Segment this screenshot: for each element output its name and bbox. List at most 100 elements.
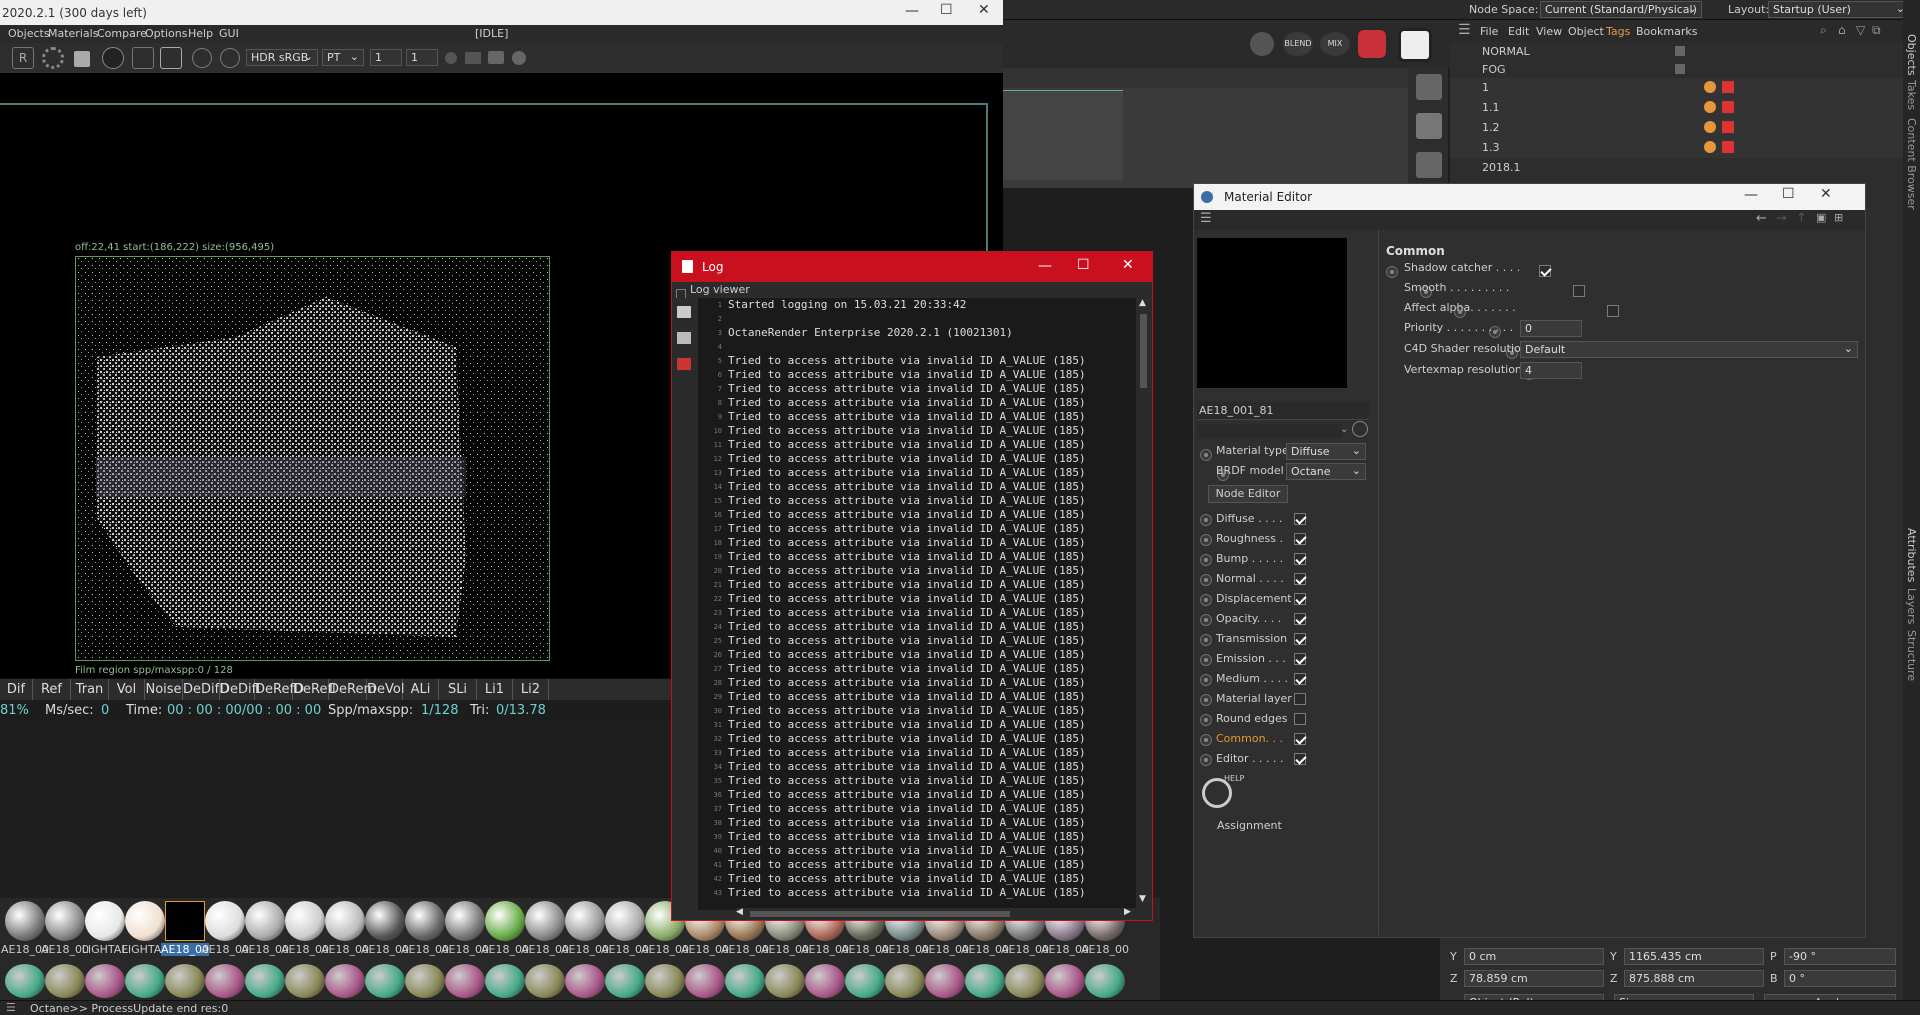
- channel-anim-toggle[interactable]: [1200, 714, 1212, 726]
- om-row-1-3[interactable]: 1.3: [1450, 138, 1903, 158]
- log-hscrollbar[interactable]: ◀ ▶: [736, 907, 1136, 920]
- blend-icon[interactable]: BLEND: [1283, 32, 1313, 56]
- pass-derefd[interactable]: DeRefD: [255, 679, 304, 701]
- pass-sli[interactable]: SLi: [439, 679, 477, 701]
- om-row-normal[interactable]: NORMAL: [1450, 42, 1903, 62]
- c4d-viewport[interactable]: [1003, 68, 1408, 188]
- material-thumbnail[interactable]: [405, 901, 445, 941]
- material-pick-icon[interactable]: [220, 48, 240, 68]
- me-menu-icon[interactable]: ☰: [1200, 211, 1212, 226]
- pass-dedifi[interactable]: DeDifI: [220, 679, 260, 701]
- material-thumbnail[interactable]: [245, 901, 285, 941]
- coord-z-size[interactable]: 875.888 cm: [1624, 970, 1764, 987]
- menu-gui[interactable]: GUI: [219, 27, 239, 40]
- pass-dif[interactable]: Dif: [0, 679, 33, 701]
- pass-li1[interactable]: Li1: [477, 679, 513, 701]
- home-icon[interactable]: ⌂: [1838, 23, 1846, 37]
- material-thumbnail[interactable]: [325, 901, 365, 941]
- channel-anim-toggle[interactable]: [1200, 694, 1212, 706]
- copy-icon[interactable]: [677, 332, 691, 344]
- octane-sphere-icon[interactable]: [1250, 32, 1274, 56]
- status-menu-icon[interactable]: ☰: [6, 1001, 16, 1014]
- material-thumbnail[interactable]: [85, 901, 125, 941]
- me-minimize-icon[interactable]: —: [1744, 187, 1758, 203]
- channel-checkbox[interactable]: [1294, 673, 1306, 685]
- camera-dot-icon[interactable]: [445, 52, 457, 64]
- material-thumbnail[interactable]: [685, 964, 725, 998]
- me-maximize-icon[interactable]: ☐: [1782, 186, 1795, 202]
- coord-z-pos[interactable]: 78.859 cm: [1464, 970, 1604, 987]
- channel-row[interactable]: Opacity. . . .: [1194, 610, 1374, 630]
- filter-icon[interactable]: ▽: [1856, 23, 1865, 37]
- polygon-icon[interactable]: [1416, 152, 1442, 178]
- channel-anim-toggle[interactable]: [1200, 594, 1212, 606]
- channel-checkbox[interactable]: [1294, 573, 1306, 585]
- material-thumbnail[interactable]: [165, 901, 205, 941]
- material-thumbnail[interactable]: [885, 964, 925, 998]
- smooth-checkbox[interactable]: [1573, 285, 1586, 297]
- menu-help[interactable]: Help: [188, 27, 213, 40]
- globe-icon[interactable]: [512, 51, 526, 65]
- material-thumbnail[interactable]: [365, 964, 405, 998]
- channel-row[interactable]: Common. . .: [1194, 730, 1374, 750]
- channel-checkbox[interactable]: [1294, 653, 1306, 665]
- pass-dedifd[interactable]: DeDifD: [183, 679, 229, 701]
- material-thumbnail[interactable]: [525, 901, 565, 941]
- material-thumbnail[interactable]: [205, 901, 245, 941]
- gear-icon[interactable]: [42, 47, 64, 69]
- color-space-select[interactable]: HDR sRGB ⌄: [246, 49, 318, 66]
- channel-checkbox[interactable]: [1294, 633, 1306, 645]
- pass-vol[interactable]: Vol: [109, 679, 145, 701]
- material-preview[interactable]: [1197, 238, 1347, 388]
- channel-checkbox[interactable]: [1294, 753, 1306, 765]
- pass-derem[interactable]: DeRem: [329, 679, 376, 701]
- menu-materials[interactable]: Materials: [48, 27, 98, 40]
- material-type-select[interactable]: Diffuse ⌄: [1286, 443, 1366, 460]
- up-arrow-icon[interactable]: ↑: [1796, 211, 1807, 226]
- layout-select[interactable]: Startup (User) ⌄: [1768, 1, 1910, 18]
- material-name-field[interactable]: AE18_001_81: [1197, 402, 1369, 420]
- focus-icon[interactable]: [192, 48, 212, 68]
- back-arrow-icon[interactable]: ←: [1756, 211, 1767, 226]
- node-space-select[interactable]: Current (Standard/Physical) ⌄: [1540, 1, 1702, 18]
- brdf-select[interactable]: Octane ⌄: [1286, 463, 1366, 480]
- new-panel-icon[interactable]: ⊞: [1834, 211, 1843, 224]
- channel-row[interactable]: Emission . . .: [1194, 650, 1374, 670]
- pass-tran[interactable]: Tran: [71, 679, 109, 701]
- material-thumbnail[interactable]: [565, 964, 605, 998]
- log-maximize-icon[interactable]: ☐: [1077, 257, 1090, 273]
- crop-icon[interactable]: [160, 47, 182, 69]
- material-thumbnail[interactable]: [445, 964, 485, 998]
- log-close-icon[interactable]: ✕: [1122, 257, 1134, 273]
- material-search-dropdown-icon[interactable]: ⌄: [1340, 424, 1348, 435]
- priority-input[interactable]: 0: [1520, 320, 1582, 337]
- assignment-tab[interactable]: Assignment: [1217, 819, 1282, 832]
- help-red-icon[interactable]: [1358, 30, 1386, 58]
- lock-icon[interactable]: [74, 51, 90, 67]
- value2-stepper[interactable]: 1: [406, 49, 438, 66]
- tab-structure[interactable]: Structure: [1905, 630, 1918, 681]
- checker-icon[interactable]: [1416, 113, 1442, 139]
- material-thumbnail[interactable]: [125, 964, 165, 998]
- material-thumbnail[interactable]: [725, 964, 765, 998]
- log-vscrollbar[interactable]: ▲ ▼: [1136, 298, 1151, 910]
- material-thumbnail[interactable]: [285, 964, 325, 998]
- material-thumbnail[interactable]: [485, 964, 525, 998]
- minimize-icon[interactable]: —: [905, 3, 919, 19]
- material-thumbnail[interactable]: [285, 901, 325, 941]
- material-thumbnail[interactable]: [1085, 964, 1125, 998]
- channel-anim-toggle[interactable]: [1200, 554, 1212, 566]
- me-close-icon[interactable]: ✕: [1820, 186, 1832, 202]
- material-thumbnail[interactable]: [85, 964, 125, 998]
- coord-b-val[interactable]: 0 °: [1784, 970, 1896, 987]
- material-thumbnail[interactable]: [565, 901, 605, 941]
- save-icon[interactable]: [677, 306, 691, 318]
- sphere-icon[interactable]: [102, 47, 124, 69]
- coord-y-size[interactable]: 1165.435 cm: [1624, 948, 1764, 965]
- material-search-field[interactable]: [1197, 424, 1342, 438]
- material-thumbnail[interactable]: [5, 964, 45, 998]
- material-thumbnail[interactable]: [45, 901, 85, 941]
- channel-checkbox[interactable]: [1294, 693, 1306, 705]
- channel-anim-toggle[interactable]: [1200, 534, 1212, 546]
- pass-derefl[interactable]: DeRefl: [293, 679, 336, 701]
